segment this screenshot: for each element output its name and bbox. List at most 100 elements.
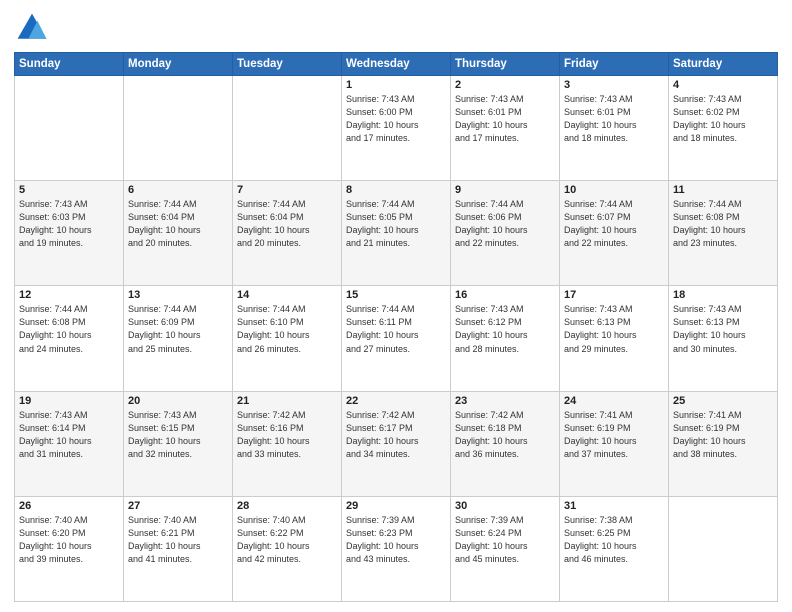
calendar-cell: 27Sunrise: 7:40 AM Sunset: 6:21 PM Dayli… (124, 496, 233, 601)
day-number: 3 (564, 79, 664, 91)
weekday-header-thursday: Thursday (451, 53, 560, 76)
calendar-cell: 17 Sunrise: 7:43 AM Sunset: 6:13 PM Dayli… (560, 286, 669, 391)
day-info: Sunrise: 7:44 AM Sunset: 6:06 PM Dayligh… (455, 198, 555, 250)
day-number: 13 (128, 289, 228, 301)
calendar-cell: 31 Sunrise: 7:38 AM Sunset: 6:25 PM Dayli… (560, 496, 669, 601)
calendar-cell (233, 76, 342, 181)
calendar-cell: 5 Sunrise: 7:43 AM Sunset: 6:03 PM Daylig… (15, 181, 124, 286)
calendar-cell: 16 Sunrise: 7:43 AM Sunset: 6:12 PM Dayli… (451, 286, 560, 391)
day-info: Sunrise: 7:44 AM Sunset: 6:08 PM Dayligh… (19, 303, 119, 355)
day-info: Sunrise: 7:39 AM Sunset: 6:23 PM Dayligh… (346, 514, 446, 566)
day-info: Sunrise: 7:40 AM Sunset: 6:20 PM Dayligh… (19, 514, 119, 566)
day-number: 6 (128, 184, 228, 196)
day-number: 4 (673, 79, 773, 91)
calendar-cell: 10Sunrise: 7:44 AM Sunset: 6:07 PM Dayli… (560, 181, 669, 286)
calendar-cell: 23Sunrise: 7:42 AM Sunset: 6:18 PM Dayli… (451, 391, 560, 496)
calendar-cell: 3 Sunrise: 7:43 AM Sunset: 6:01 PM Daylig… (560, 76, 669, 181)
day-number: 10 (564, 184, 664, 196)
day-number: 26 (19, 500, 119, 512)
weekday-header-row: SundayMondayTuesdayWednesdayThursdayFrid… (15, 53, 778, 76)
calendar-cell: 21 Sunrise: 7:42 AM Sunset: 6:16 PM Dayli… (233, 391, 342, 496)
calendar-cell: 20Sunrise: 7:43 AM Sunset: 6:15 PM Dayli… (124, 391, 233, 496)
day-info: Sunrise: 7:40 AM Sunset: 6:22 PM Dayligh… (237, 514, 337, 566)
calendar-cell: 26 Sunrise: 7:40 AM Sunset: 6:20 PM Dayli… (15, 496, 124, 601)
day-number: 16 (455, 289, 555, 301)
weekday-header-sunday: Sunday (15, 53, 124, 76)
day-number: 18 (673, 289, 773, 301)
calendar-cell: 14 Sunrise: 7:44 AM Sunset: 6:10 PM Dayli… (233, 286, 342, 391)
calendar-cell (124, 76, 233, 181)
day-number: 5 (19, 184, 119, 196)
calendar-cell: 22 Sunrise: 7:42 AM Sunset: 6:17 PM Dayli… (342, 391, 451, 496)
day-number: 15 (346, 289, 446, 301)
calendar-cell: 6 Sunrise: 7:44 AM Sunset: 6:04 PM Daylig… (124, 181, 233, 286)
day-number: 14 (237, 289, 337, 301)
day-info: Sunrise: 7:43 AM Sunset: 6:01 PM Dayligh… (564, 93, 664, 145)
day-number: 9 (455, 184, 555, 196)
page: SundayMondayTuesdayWednesdayThursdayFrid… (0, 0, 792, 612)
logo-icon (14, 10, 50, 46)
calendar-cell: 19Sunrise: 7:43 AM Sunset: 6:14 PM Dayli… (15, 391, 124, 496)
day-number: 22 (346, 395, 446, 407)
logo (14, 10, 54, 46)
weekday-header-tuesday: Tuesday (233, 53, 342, 76)
calendar-cell: 7 Sunrise: 7:44 AM Sunset: 6:04 PM Daylig… (233, 181, 342, 286)
day-info: Sunrise: 7:41 AM Sunset: 6:19 PM Dayligh… (564, 409, 664, 461)
calendar-week-row: 26 Sunrise: 7:40 AM Sunset: 6:20 PM Dayli… (15, 496, 778, 601)
weekday-header-wednesday: Wednesday (342, 53, 451, 76)
day-number: 7 (237, 184, 337, 196)
day-number: 24 (564, 395, 664, 407)
day-number: 21 (237, 395, 337, 407)
day-info: Sunrise: 7:43 AM Sunset: 6:14 PM Dayligh… (19, 409, 119, 461)
calendar-cell (669, 496, 778, 601)
day-info: Sunrise: 7:43 AM Sunset: 6:15 PM Dayligh… (128, 409, 228, 461)
day-number: 2 (455, 79, 555, 91)
calendar-cell: 28 Sunrise: 7:40 AM Sunset: 6:22 PM Dayli… (233, 496, 342, 601)
calendar-cell: 25 Sunrise: 7:41 AM Sunset: 6:19 PM Dayli… (669, 391, 778, 496)
calendar-cell: 9 Sunrise: 7:44 AM Sunset: 6:06 PM Daylig… (451, 181, 560, 286)
day-number: 17 (564, 289, 664, 301)
day-info: Sunrise: 7:38 AM Sunset: 6:25 PM Dayligh… (564, 514, 664, 566)
calendar-cell: 24 Sunrise: 7:41 AM Sunset: 6:19 PM Dayli… (560, 391, 669, 496)
calendar-cell: 30 Sunrise: 7:39 AM Sunset: 6:24 PM Dayli… (451, 496, 560, 601)
day-info: Sunrise: 7:43 AM Sunset: 6:12 PM Dayligh… (455, 303, 555, 355)
calendar-week-row: 5 Sunrise: 7:43 AM Sunset: 6:03 PM Daylig… (15, 181, 778, 286)
day-number: 28 (237, 500, 337, 512)
header (14, 10, 778, 46)
calendar-cell: 13 Sunrise: 7:44 AM Sunset: 6:09 PM Dayli… (124, 286, 233, 391)
calendar-week-row: 12 Sunrise: 7:44 AM Sunset: 6:08 PM Dayli… (15, 286, 778, 391)
day-number: 30 (455, 500, 555, 512)
day-info: Sunrise: 7:43 AM Sunset: 6:00 PM Dayligh… (346, 93, 446, 145)
day-info: Sunrise: 7:44 AM Sunset: 6:04 PM Dayligh… (237, 198, 337, 250)
calendar-cell: 11Sunrise: 7:44 AM Sunset: 6:08 PM Dayli… (669, 181, 778, 286)
day-info: Sunrise: 7:42 AM Sunset: 6:16 PM Dayligh… (237, 409, 337, 461)
day-info: Sunrise: 7:44 AM Sunset: 6:09 PM Dayligh… (128, 303, 228, 355)
day-info: Sunrise: 7:39 AM Sunset: 6:24 PM Dayligh… (455, 514, 555, 566)
day-number: 12 (19, 289, 119, 301)
day-info: Sunrise: 7:43 AM Sunset: 6:13 PM Dayligh… (564, 303, 664, 355)
calendar-cell: 1Sunrise: 7:43 AM Sunset: 6:00 PM Daylig… (342, 76, 451, 181)
day-info: Sunrise: 7:41 AM Sunset: 6:19 PM Dayligh… (673, 409, 773, 461)
day-info: Sunrise: 7:40 AM Sunset: 6:21 PM Dayligh… (128, 514, 228, 566)
day-info: Sunrise: 7:44 AM Sunset: 6:11 PM Dayligh… (346, 303, 446, 355)
day-info: Sunrise: 7:43 AM Sunset: 6:03 PM Dayligh… (19, 198, 119, 250)
calendar-week-row: 1Sunrise: 7:43 AM Sunset: 6:00 PM Daylig… (15, 76, 778, 181)
day-number: 11 (673, 184, 773, 196)
day-info: Sunrise: 7:43 AM Sunset: 6:01 PM Dayligh… (455, 93, 555, 145)
calendar-cell (15, 76, 124, 181)
day-info: Sunrise: 7:42 AM Sunset: 6:17 PM Dayligh… (346, 409, 446, 461)
weekday-header-friday: Friday (560, 53, 669, 76)
weekday-header-monday: Monday (124, 53, 233, 76)
day-info: Sunrise: 7:44 AM Sunset: 6:10 PM Dayligh… (237, 303, 337, 355)
day-info: Sunrise: 7:44 AM Sunset: 6:04 PM Dayligh… (128, 198, 228, 250)
calendar-table: SundayMondayTuesdayWednesdayThursdayFrid… (14, 52, 778, 602)
day-number: 25 (673, 395, 773, 407)
calendar-cell: 4Sunrise: 7:43 AM Sunset: 6:02 PM Daylig… (669, 76, 778, 181)
calendar-cell: 2 Sunrise: 7:43 AM Sunset: 6:01 PM Daylig… (451, 76, 560, 181)
day-number: 23 (455, 395, 555, 407)
day-info: Sunrise: 7:43 AM Sunset: 6:13 PM Dayligh… (673, 303, 773, 355)
day-number: 8 (346, 184, 446, 196)
calendar-cell: 15 Sunrise: 7:44 AM Sunset: 6:11 PM Dayli… (342, 286, 451, 391)
calendar-cell: 8Sunrise: 7:44 AM Sunset: 6:05 PM Daylig… (342, 181, 451, 286)
day-number: 31 (564, 500, 664, 512)
